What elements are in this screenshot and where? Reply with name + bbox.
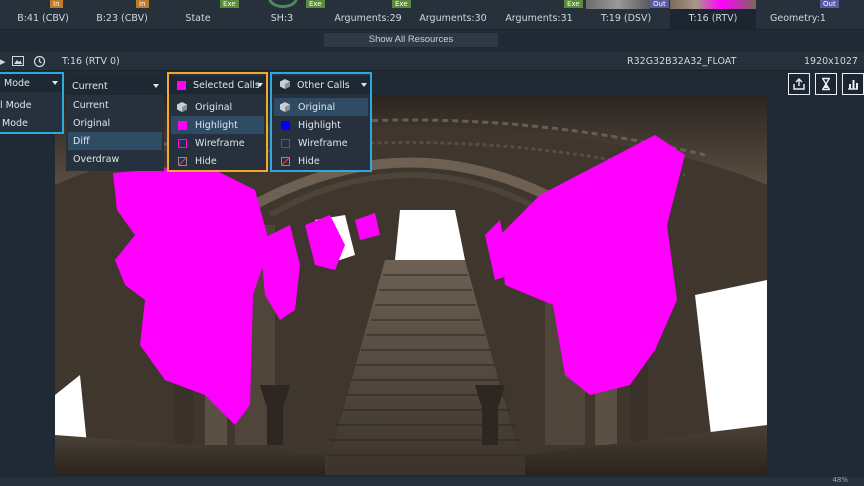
mode-dropdown-label: Mode <box>4 78 30 89</box>
other-calls-item-hide[interactable]: Hide <box>274 152 368 170</box>
hide-slash-icon <box>178 157 187 166</box>
wireframe-magenta-icon <box>178 139 187 148</box>
resource-label: Arguments:30 <box>419 13 487 24</box>
hide-slash-icon <box>281 157 290 166</box>
other-calls-item-original[interactable]: Original <box>274 98 368 116</box>
resource-label: SH:3 <box>270 13 294 24</box>
resource-label: State <box>185 13 211 24</box>
selected-calls-dropdown-label: Selected Calls <box>193 80 260 91</box>
show-all-resources-button[interactable]: Show All Resources <box>324 33 498 47</box>
execute-badge: Exe <box>306 0 325 8</box>
execute-badge: Exe <box>392 0 411 8</box>
output-badge: Out <box>650 0 669 8</box>
resource-cell-t19-dsv[interactable]: Out T:19 (DSV) <box>582 0 670 30</box>
output-badge: Out <box>820 0 839 8</box>
execute-badge: Exe <box>220 0 239 8</box>
cube-icon <box>280 79 290 89</box>
cube-icon <box>177 102 187 112</box>
texture-format: R32G32B32A32_FLOAT <box>627 56 737 67</box>
hourglass-icon <box>822 77 830 91</box>
wireframe-blue-icon <box>281 139 290 148</box>
resource-cell-b23[interactable]: In B:23 (CBV) <box>86 0 158 30</box>
resource-label: T:16 (RTV) <box>688 13 738 24</box>
export-icon <box>793 78 805 90</box>
cube-icon <box>280 102 290 112</box>
image-icon[interactable] <box>12 55 24 70</box>
texture-thumbnail <box>670 0 756 9</box>
selected-calls-item-highlight[interactable]: Highlight <box>171 116 264 134</box>
input-badge: In <box>50 0 63 8</box>
texture-thumbnail <box>586 0 650 9</box>
magenta-swatch-icon <box>177 81 186 90</box>
chevron-down-icon <box>257 83 263 87</box>
histogram-icon <box>848 80 858 90</box>
selected-calls-dropdown-panel: Selected Calls Original Highlight Wirefr… <box>167 72 268 172</box>
wait-button[interactable] <box>815 73 837 95</box>
selected-calls-item-wireframe[interactable]: Wireframe <box>171 134 264 152</box>
zoom-level: 48% <box>832 476 848 484</box>
export-button[interactable] <box>788 73 810 95</box>
other-calls-dropdown-panel: Other Calls Original Highlight Wireframe… <box>270 72 372 172</box>
resource-cell-arguments-30[interactable]: Exe Arguments:30 <box>392 0 496 30</box>
texture-size: 1920x1027 <box>804 56 858 67</box>
resource-label: B:23 (CBV) <box>96 13 148 24</box>
view-mode-dropdown-label: Current <box>72 81 108 92</box>
mode-item[interactable]: Mode <box>0 114 60 132</box>
histogram-button[interactable] <box>842 73 864 95</box>
view-mode-item-current[interactable]: Current <box>68 96 162 114</box>
texture-name: T:16 (RTV 0) <box>62 56 120 67</box>
chevron-right-icon[interactable]: ▸ <box>0 55 6 68</box>
view-mode-item-diff[interactable]: Diff <box>68 132 162 150</box>
history-icon[interactable] <box>33 55 46 71</box>
resource-label: Geometry:1 <box>770 13 826 24</box>
resource-cell-t16-rtv[interactable]: T:16 (RTV) <box>670 0 756 30</box>
resource-cell-b41[interactable]: In B:41 (CBV) <box>0 0 86 30</box>
magenta-swatch-icon <box>178 121 187 130</box>
mode-dropdown-header[interactable]: Mode <box>0 74 62 92</box>
resource-cell-geometry[interactable]: Out Geometry:1 <box>756 0 840 30</box>
texture-toolbar: ▸ T:16 (RTV 0) R32G32B32A32_FLOAT 1920x1… <box>0 52 864 71</box>
resource-bar: In B:41 (CBV) In B:23 (CBV) Exe State Ex… <box>0 0 864 30</box>
view-mode-item-original[interactable]: Original <box>68 114 162 132</box>
input-badge: In <box>136 0 149 8</box>
resource-label: B:41 (CBV) <box>17 13 69 24</box>
selected-calls-dropdown-header[interactable]: Selected Calls <box>169 76 266 94</box>
view-mode-dropdown-panel: Current Current Original Diff Overdraw <box>66 77 164 171</box>
status-bar: 48% <box>0 476 864 486</box>
other-calls-item-highlight[interactable]: Highlight <box>274 116 368 134</box>
resource-label: T:19 (DSV) <box>600 13 652 24</box>
execute-badge: Exe <box>564 0 583 8</box>
mode-item[interactable]: l Mode <box>0 96 60 114</box>
shader-ring-icon <box>268 0 298 8</box>
view-mode-item-overdraw[interactable]: Overdraw <box>68 150 162 168</box>
chevron-down-icon <box>52 81 58 85</box>
other-calls-item-wireframe[interactable]: Wireframe <box>274 134 368 152</box>
resource-label: Arguments:31 <box>505 13 573 24</box>
resource-label: Arguments:29 <box>334 13 402 24</box>
resource-cell-arguments-31[interactable]: Exe Arguments:31 <box>496 0 583 30</box>
chevron-down-icon <box>153 84 159 88</box>
chevron-down-icon <box>361 83 367 87</box>
selected-calls-item-hide[interactable]: Hide <box>171 152 264 170</box>
resource-cell-state[interactable]: Exe State <box>158 0 239 30</box>
selected-calls-item-original[interactable]: Original <box>171 98 264 116</box>
mode-dropdown-panel: Mode l Mode Mode <box>0 72 64 134</box>
blue-swatch-icon <box>281 121 290 130</box>
other-calls-dropdown-header[interactable]: Other Calls <box>272 76 370 94</box>
other-calls-dropdown-label: Other Calls <box>297 80 350 91</box>
view-mode-dropdown-header[interactable]: Current <box>66 77 164 95</box>
resource-cell-sh3[interactable]: Exe SH:3 <box>238 0 326 30</box>
